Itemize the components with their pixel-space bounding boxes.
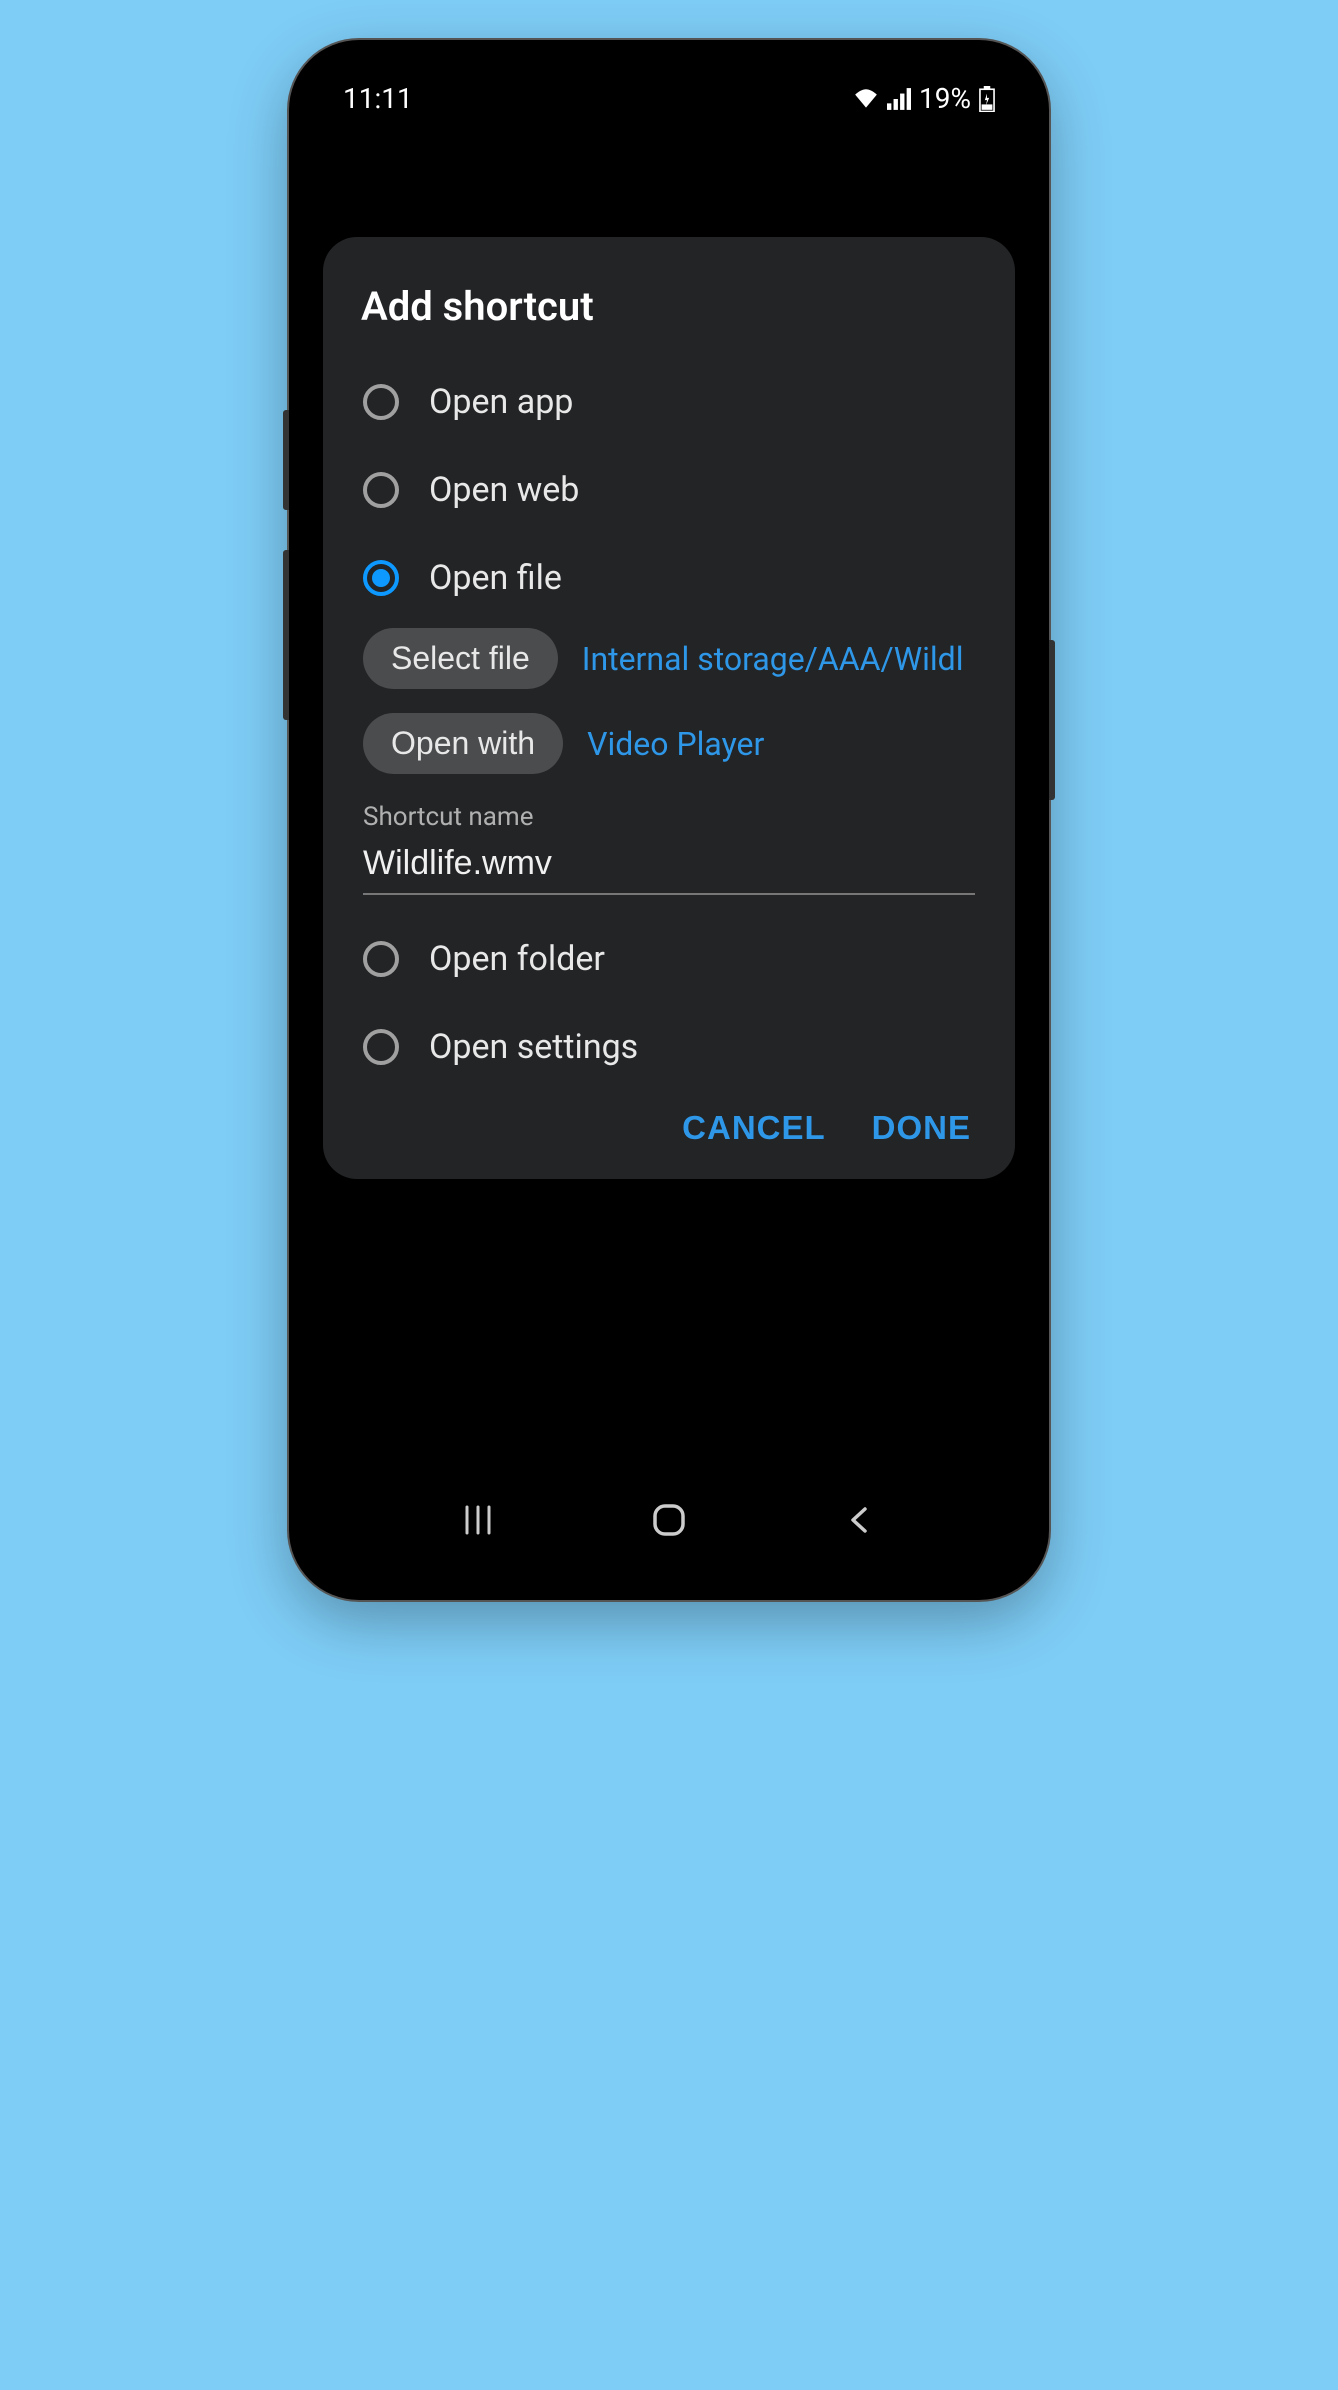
- power-button: [1049, 640, 1055, 800]
- recents-button[interactable]: [456, 1498, 500, 1542]
- content-area: Add shortcut Open app Open web Open file: [303, 127, 1035, 1462]
- open-with-row: Open with Video Player: [363, 713, 975, 774]
- radio-open-file[interactable]: Open file: [363, 534, 975, 622]
- signal-icon: [887, 88, 911, 110]
- battery-icon: [979, 86, 995, 112]
- select-file-row: Select file Internal storage/AAA/Wildl: [363, 628, 975, 689]
- radio-open-app[interactable]: Open app: [363, 358, 975, 446]
- open-file-details: Select file Internal storage/AAA/Wildl O…: [323, 622, 1015, 798]
- radio-icon-selected: [363, 560, 399, 596]
- shortcut-name-label: Shortcut name: [363, 802, 975, 832]
- cancel-button[interactable]: CANCEL: [682, 1109, 826, 1147]
- dialog-actions: CANCEL DONE: [323, 1091, 1015, 1147]
- radio-label: Open file: [429, 558, 562, 598]
- radio-label: Open settings: [429, 1027, 638, 1067]
- radio-icon: [363, 1029, 399, 1065]
- status-right: 19%: [853, 82, 995, 115]
- radio-label: Open web: [429, 470, 579, 510]
- add-shortcut-dialog: Add shortcut Open app Open web Open file: [323, 237, 1015, 1179]
- back-button[interactable]: [838, 1498, 882, 1542]
- battery-percent: 19%: [919, 82, 971, 115]
- volume-down-button: [283, 550, 289, 720]
- radio-open-settings[interactable]: Open settings: [363, 1003, 975, 1091]
- screen: 11:11 19%: [303, 54, 1035, 1586]
- radio-open-folder[interactable]: Open folder: [363, 915, 975, 1003]
- radio-open-web[interactable]: Open web: [363, 446, 975, 534]
- radio-label: Open app: [429, 382, 573, 422]
- shortcut-name-input[interactable]: [363, 838, 975, 895]
- radio-icon: [363, 472, 399, 508]
- radio-icon: [363, 941, 399, 977]
- wifi-icon: [853, 88, 879, 110]
- radio-group-bottom: Open folder Open settings: [323, 915, 1015, 1091]
- radio-group-top: Open app Open web Open file: [323, 358, 1015, 622]
- radio-label: Open folder: [429, 939, 605, 979]
- phone-frame: 11:11 19%: [289, 40, 1049, 1600]
- status-time: 11:11: [343, 82, 413, 115]
- dialog-title: Add shortcut: [323, 283, 1015, 358]
- volume-up-button: [283, 410, 289, 510]
- open-with-value: Video Player: [587, 725, 764, 763]
- home-button[interactable]: [647, 1498, 691, 1542]
- navigation-bar: [303, 1462, 1035, 1586]
- select-file-button[interactable]: Select file: [363, 628, 558, 689]
- status-bar: 11:11 19%: [303, 54, 1035, 127]
- done-button[interactable]: DONE: [872, 1109, 971, 1147]
- selected-file-path: Internal storage/AAA/Wildl: [582, 640, 964, 678]
- shortcut-name-section: Shortcut name: [323, 798, 1015, 915]
- open-with-button[interactable]: Open with: [363, 713, 563, 774]
- radio-icon: [363, 384, 399, 420]
